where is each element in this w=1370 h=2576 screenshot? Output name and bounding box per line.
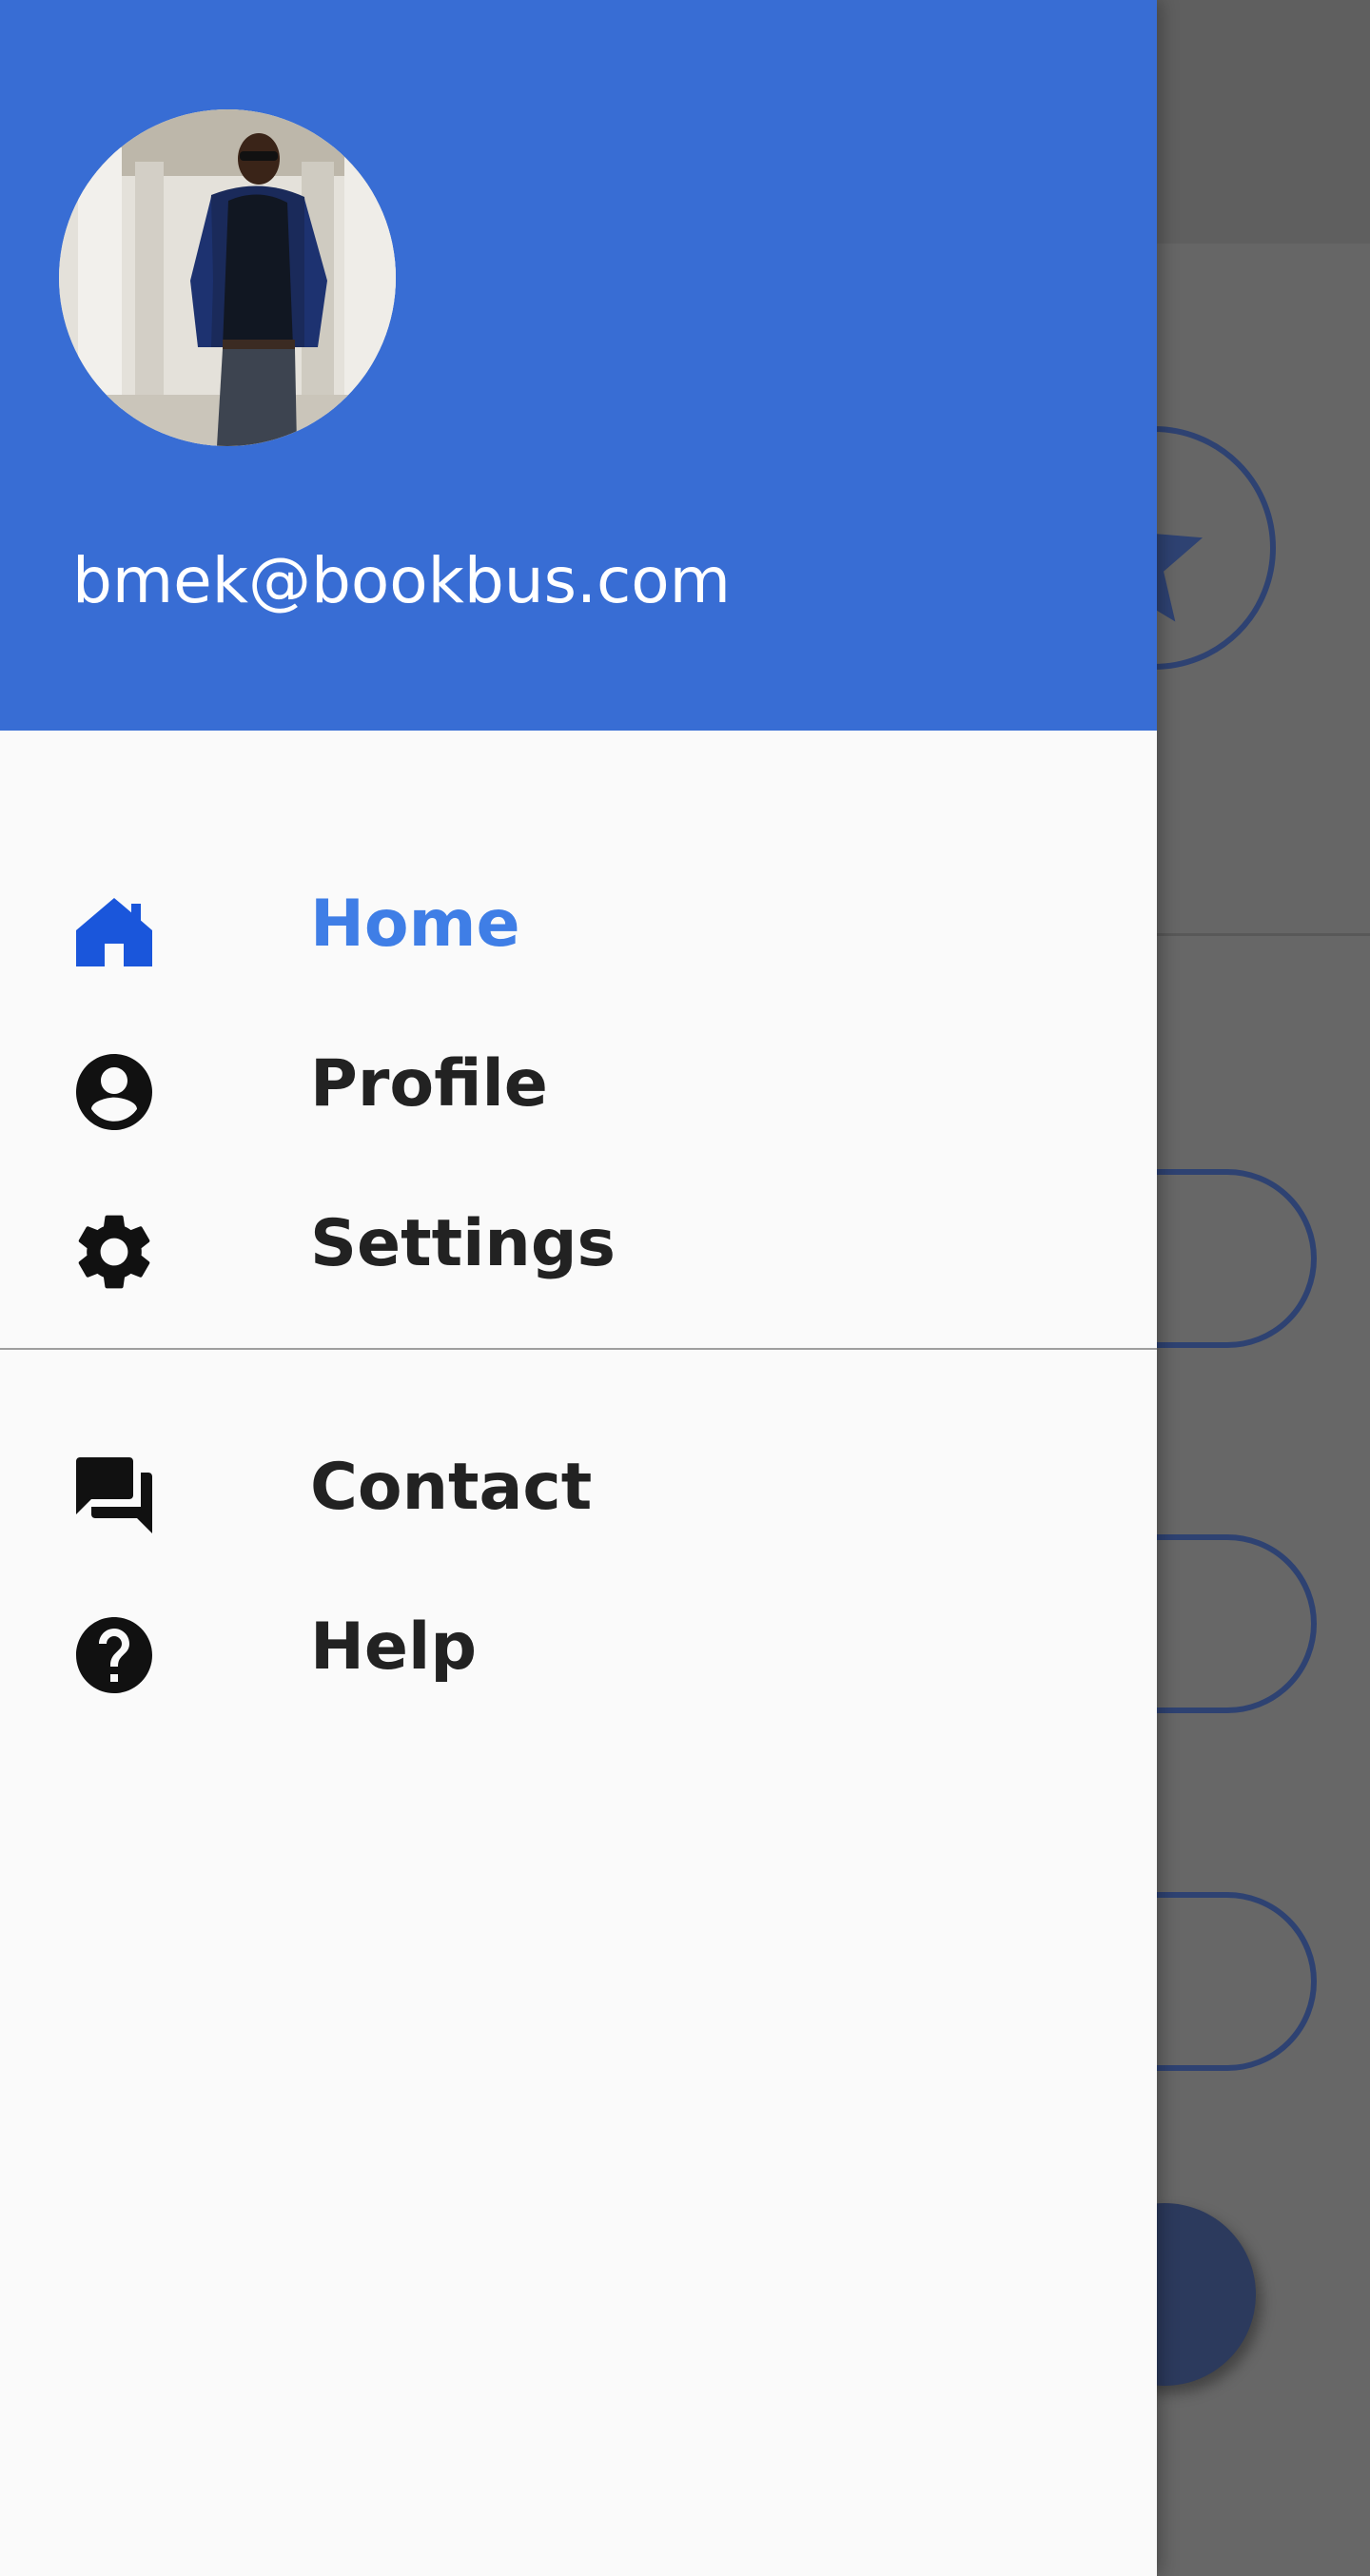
nav-item-label: Contact [310, 1450, 593, 1525]
account-circle-icon [76, 1054, 152, 1130]
nav-item-label: Settings [310, 1206, 616, 1281]
drawer-divider [0, 1348, 1157, 1350]
nav-item-settings[interactable]: Settings [0, 1168, 1157, 1320]
help-icon [76, 1617, 152, 1693]
nav-item-label: Help [310, 1610, 478, 1685]
forum-icon [76, 1457, 152, 1533]
nav-item-label: Profile [310, 1046, 548, 1122]
nav-item-profile[interactable]: Profile [0, 1008, 1157, 1161]
avatar[interactable] [59, 109, 396, 446]
nav-item-label: Home [310, 887, 520, 962]
nav-item-help[interactable]: Help [0, 1571, 1157, 1724]
home-icon [76, 898, 152, 966]
drawer-header: bmek@bookbus.com [0, 0, 1157, 731]
gear-icon [78, 1215, 150, 1289]
nav-item-home[interactable]: Home [0, 849, 1157, 1001]
navigation-drawer: bmek@bookbus.com Home Profile Settings C… [0, 0, 1157, 2576]
account-email: bmek@bookbus.com [72, 544, 731, 617]
nav-item-contact[interactable]: Contact [0, 1412, 1157, 1564]
